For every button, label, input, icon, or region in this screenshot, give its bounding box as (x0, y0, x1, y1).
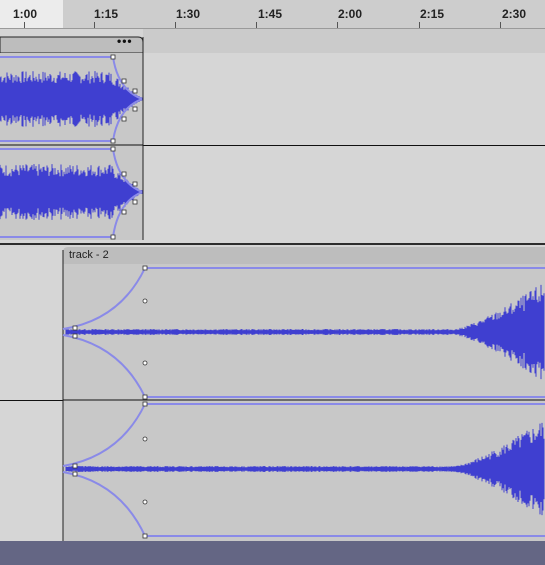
clip2-name-label[interactable]: track - 2 (69, 249, 109, 261)
clip2-header (63, 247, 545, 264)
clip1[interactable] (0, 36, 144, 240)
ellipsis-icon[interactable]: ••• (117, 35, 133, 47)
bottom-scrollbar-area[interactable] (0, 541, 545, 565)
clip2[interactable] (62, 247, 545, 541)
clips-canvas (0, 36, 545, 541)
clip2-body (63, 264, 545, 541)
